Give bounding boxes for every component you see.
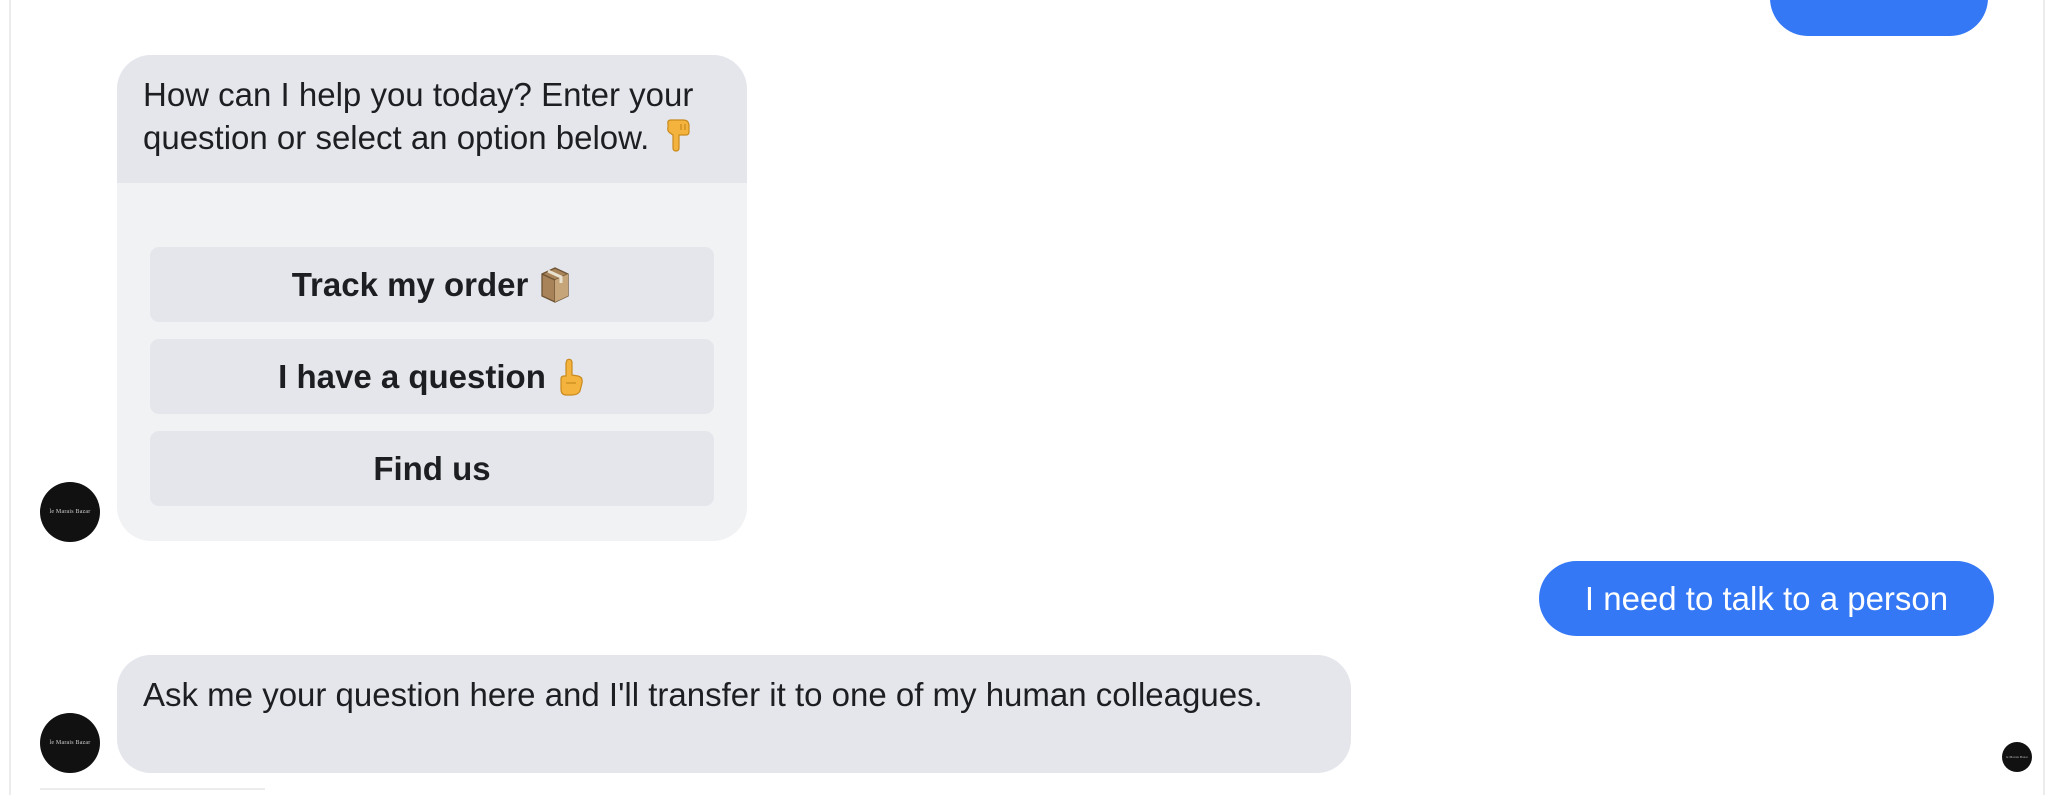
bot-avatar-logo-text: le Marais Bazar — [49, 740, 91, 746]
quick-reply-find-us[interactable]: Find us — [150, 431, 714, 506]
quick-reply-track-order[interactable]: Track my order — [150, 247, 714, 322]
read-receipt-avatar: le Marais Bazar — [2002, 742, 2032, 772]
index-pointing-up-icon — [556, 357, 586, 397]
left-divider — [9, 0, 11, 795]
incoming-message: Ask me your question here and I'll trans… — [117, 655, 1351, 773]
read-receipt-logo-text: le Marais Bazar — [2006, 755, 2028, 759]
bottom-divider — [40, 788, 265, 790]
quick-reply-have-question[interactable]: I have a question — [150, 339, 714, 414]
welcome-message-text: How can I help you today? Enter your que… — [143, 76, 694, 156]
quick-reply-label: Track my order — [291, 265, 529, 303]
outgoing-message-text: I need to talk to a person — [1584, 579, 1949, 617]
quick-reply-label: Find us — [373, 449, 491, 487]
chat-window: le Marais Bazar How can I help you today… — [0, 0, 2048, 795]
incoming-message-text: Ask me your question here and I'll trans… — [143, 676, 1263, 713]
previous-outgoing-message — [1770, 0, 1988, 36]
backhand-index-pointing-down-icon — [665, 118, 693, 162]
package-icon — [538, 265, 572, 305]
welcome-message: How can I help you today? Enter your que… — [117, 55, 747, 183]
welcome-card: How can I help you today? Enter your que… — [117, 55, 747, 541]
outgoing-message: I need to talk to a person — [1539, 561, 1994, 636]
bot-avatar-logo-text: le Marais Bazar — [49, 509, 91, 515]
right-divider — [2043, 0, 2045, 795]
quick-reply-label: I have a question — [278, 357, 546, 395]
bot-avatar: le Marais Bazar — [40, 482, 100, 542]
bot-avatar: le Marais Bazar — [40, 713, 100, 773]
